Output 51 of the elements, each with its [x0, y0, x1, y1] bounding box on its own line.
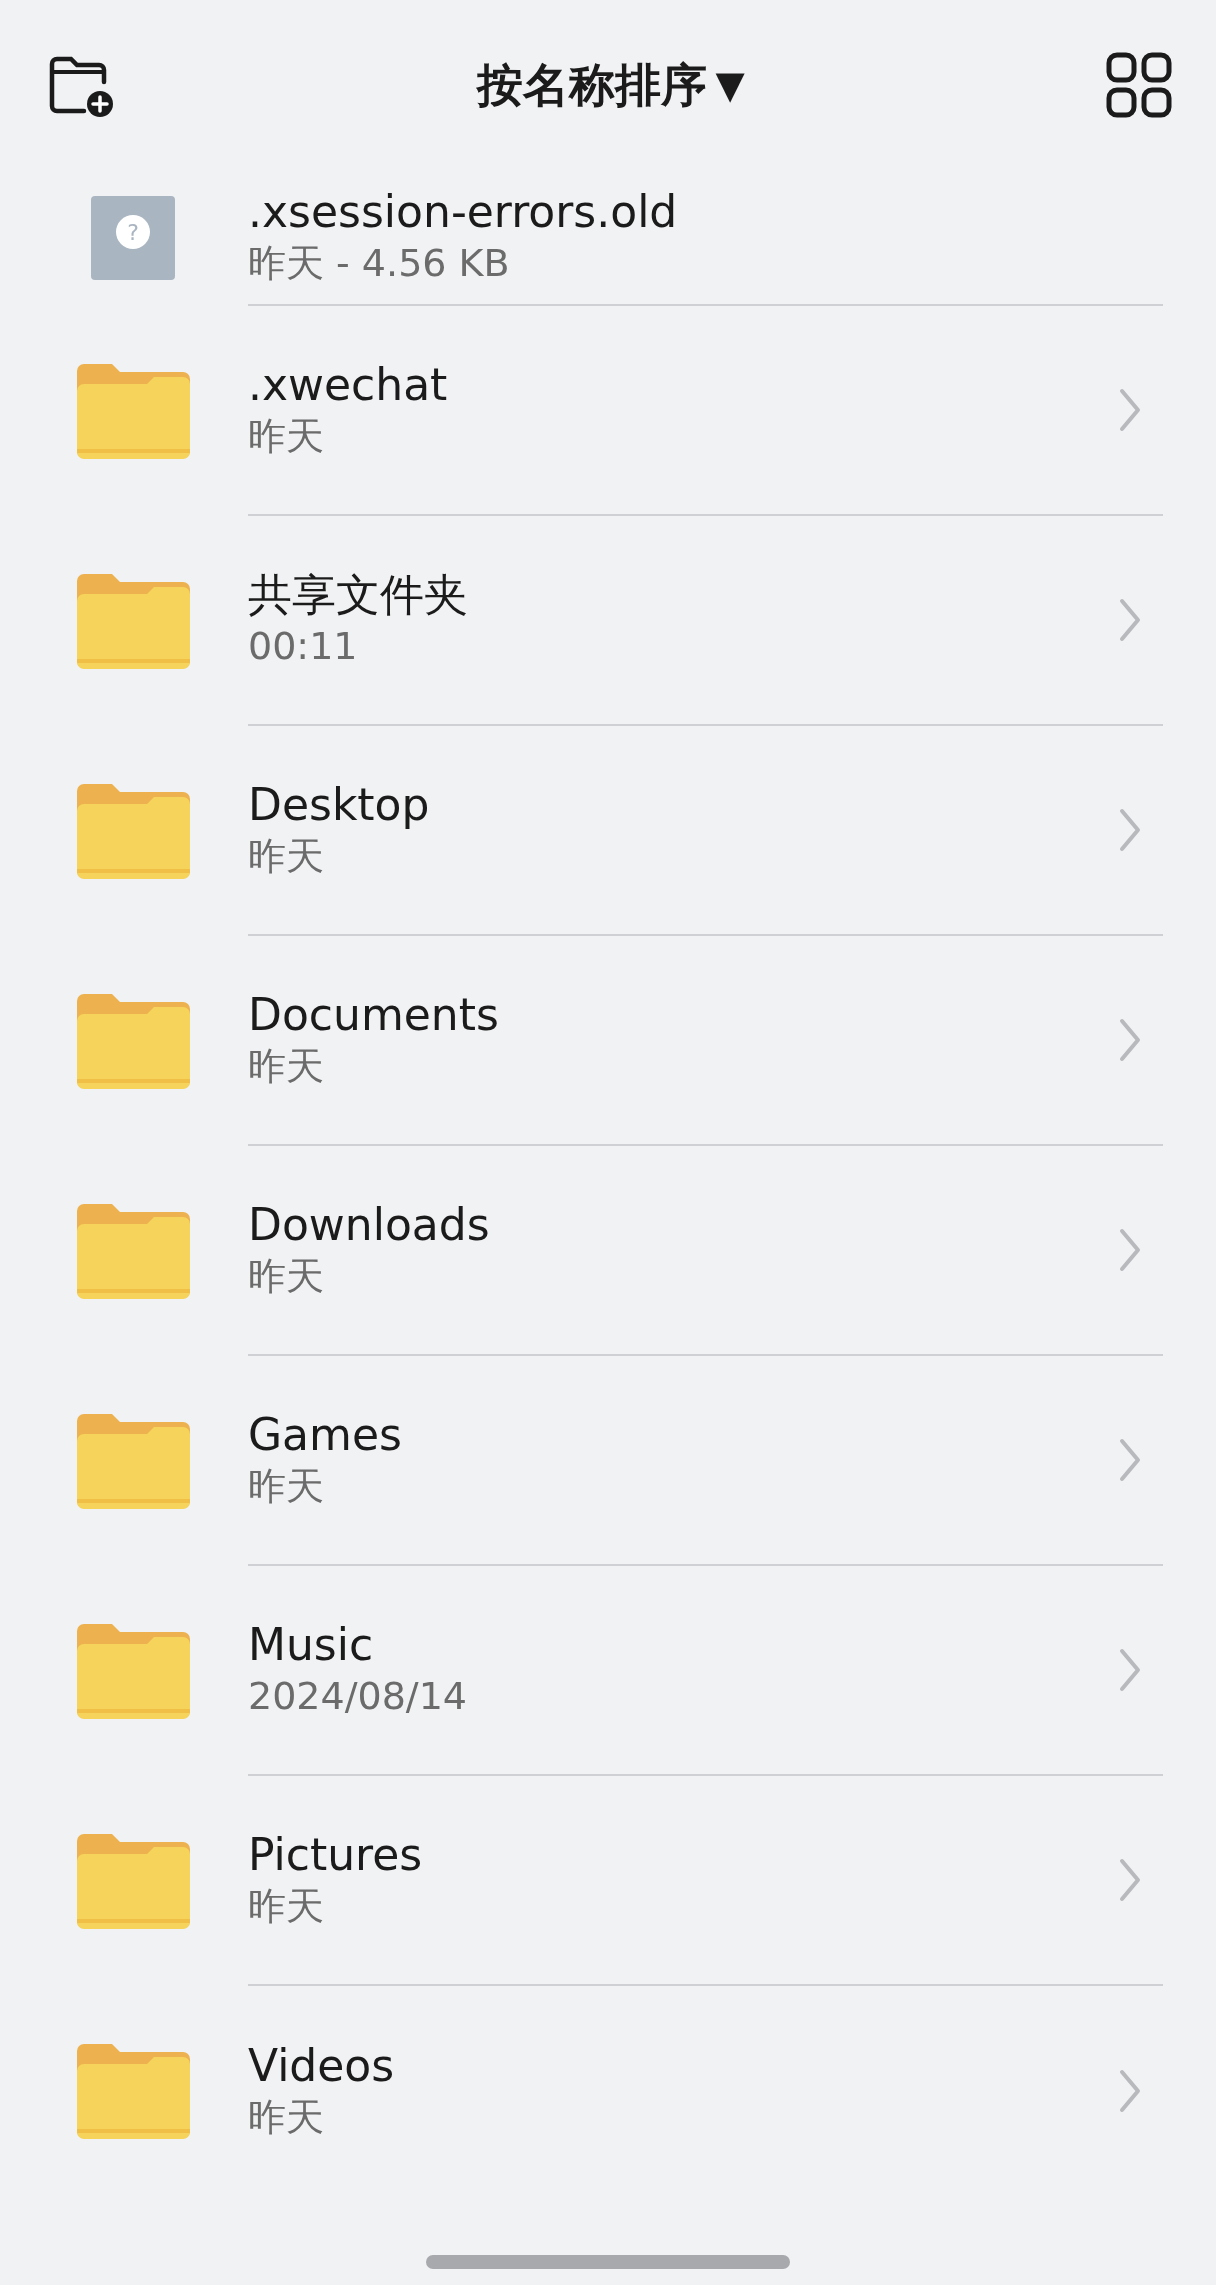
item-name: Documents	[248, 988, 500, 1042]
item-name: Music	[248, 1618, 375, 1672]
item-name: Desktop	[248, 778, 431, 832]
chevron-right-icon	[1119, 1438, 1141, 1482]
folder-icon	[76, 363, 190, 459]
file-list-item[interactable]: 共享文件夹 00:11	[0, 516, 1216, 726]
chevron-right-icon	[1119, 1858, 1141, 1902]
grid-view-button[interactable]	[1106, 52, 1172, 118]
file-list-item[interactable]: Games 昨天	[0, 1356, 1216, 1566]
chevron-right-icon	[1119, 1018, 1141, 1062]
chevron-right-icon	[1119, 1648, 1141, 1692]
item-meta: 昨天	[248, 1252, 325, 1300]
item-meta: 昨天	[248, 1462, 325, 1510]
folder-icon	[76, 2043, 190, 2139]
file-list-item[interactable]: .xwechat 昨天	[0, 306, 1216, 516]
file-list-item[interactable]: Downloads 昨天	[0, 1146, 1216, 1356]
chevron-right-icon	[1119, 598, 1141, 642]
item-name: Pictures	[248, 1828, 424, 1882]
file-list-item[interactable]: ? .xsession-errors.old 昨天 - 4.56 KB	[0, 170, 1216, 306]
item-name: Downloads	[248, 1198, 491, 1252]
item-name: 共享文件夹	[248, 568, 469, 622]
folder-icon	[76, 993, 190, 1089]
item-name: .xsession-errors.old	[248, 185, 679, 239]
item-meta: 00:11	[248, 622, 359, 670]
file-list-item[interactable]: Desktop 昨天	[0, 726, 1216, 936]
chevron-right-icon	[1119, 2069, 1141, 2113]
item-name: .xwechat	[248, 358, 449, 412]
chevron-right-icon	[1119, 388, 1141, 432]
file-list-item[interactable]: Videos 昨天	[0, 1986, 1216, 2196]
item-name: Videos	[248, 2039, 396, 2093]
item-meta: 昨天	[248, 412, 325, 460]
item-meta: 昨天 - 4.56 KB	[248, 239, 511, 287]
chevron-right-icon	[1119, 1228, 1141, 1272]
folder-icon	[76, 1203, 190, 1299]
file-list-item[interactable]: Documents 昨天	[0, 936, 1216, 1146]
sort-dropdown[interactable]: 按名称排序 ▼	[471, 50, 751, 120]
folder-icon	[76, 1623, 190, 1719]
file-list-item[interactable]: Music 2024/08/14	[0, 1566, 1216, 1776]
chevron-right-icon	[1119, 808, 1141, 852]
folder-icon	[76, 1413, 190, 1509]
item-meta: 昨天	[248, 1882, 325, 1930]
folder-icon	[76, 1833, 190, 1929]
item-meta: 昨天	[248, 2093, 325, 2141]
item-meta: 昨天	[248, 1042, 325, 1090]
item-meta: 昨天	[248, 832, 325, 880]
folder-icon	[76, 573, 190, 669]
item-name: Games	[248, 1408, 403, 1462]
file-list-item[interactable]: Pictures 昨天	[0, 1776, 1216, 1986]
unknown-file-icon: ?	[91, 196, 175, 280]
folder-icon	[76, 783, 190, 879]
item-meta: 2024/08/14	[248, 1672, 469, 1720]
